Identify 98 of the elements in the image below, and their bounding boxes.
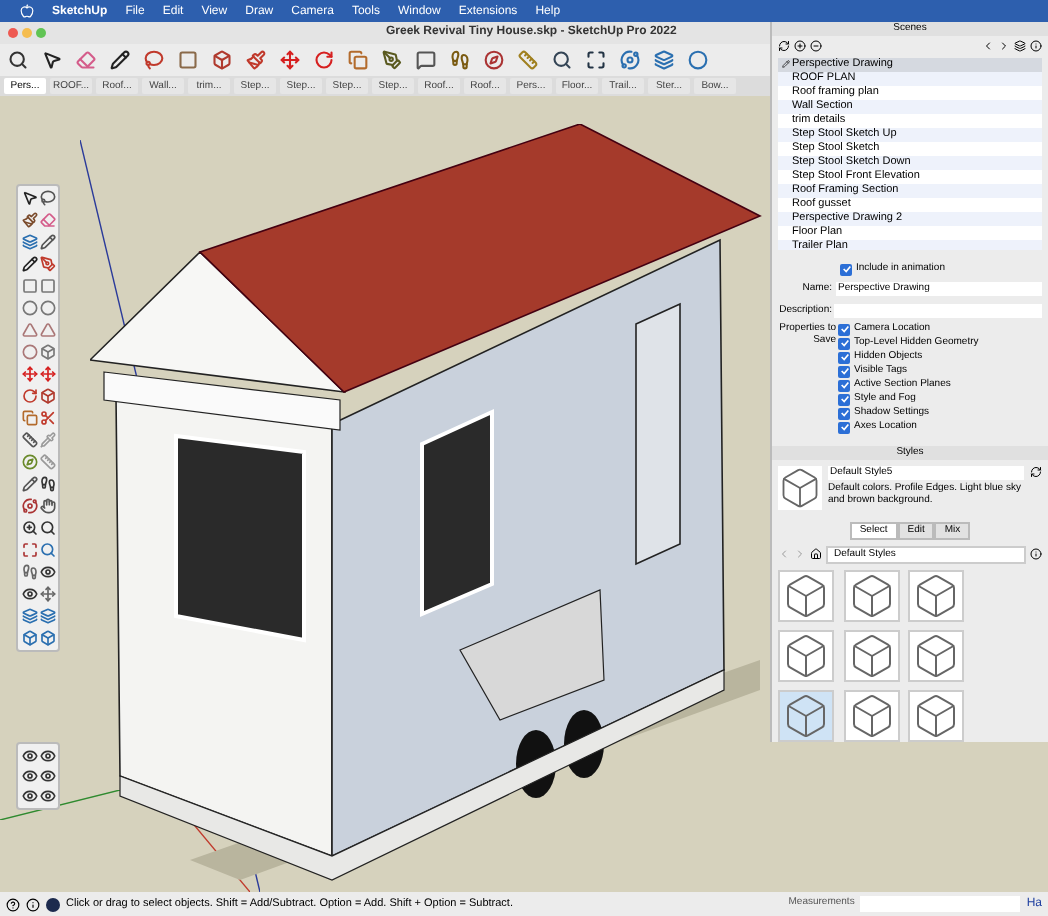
orbit-icon[interactable] xyxy=(620,50,640,70)
eye-icon[interactable] xyxy=(22,768,38,784)
user-avatar[interactable] xyxy=(46,897,60,911)
style-thumbnail xyxy=(778,465,822,510)
checkbox[interactable] xyxy=(838,421,850,434)
style-thumbnail[interactable] xyxy=(843,689,900,742)
eye-icon[interactable] xyxy=(22,586,38,602)
eye-icon[interactable] xyxy=(22,748,38,764)
style-thumbnail[interactable] xyxy=(908,629,965,682)
checkbox[interactable] xyxy=(838,379,850,392)
home-icon[interactable] xyxy=(810,548,822,561)
footprints-icon[interactable] xyxy=(40,476,56,492)
square-icon[interactable] xyxy=(40,278,56,294)
box-icon[interactable] xyxy=(40,344,56,360)
zoom-icon[interactable] xyxy=(22,520,38,536)
box-icon[interactable] xyxy=(212,50,232,70)
footprints-icon[interactable] xyxy=(450,50,470,70)
eye-icon[interactable] xyxy=(40,748,56,764)
circle-icon[interactable] xyxy=(22,344,38,360)
rotate-icon[interactable] xyxy=(22,388,38,404)
paintbrush-icon[interactable] xyxy=(22,212,38,228)
view-options-icon[interactable] xyxy=(1014,40,1026,53)
details-icon[interactable] xyxy=(1030,40,1042,53)
layers-icon[interactable] xyxy=(22,608,38,624)
refresh-icon[interactable] xyxy=(1030,465,1042,478)
style-thumbnail[interactable] xyxy=(908,689,965,742)
hand-icon[interactable] xyxy=(40,498,56,514)
circle-icon[interactable] xyxy=(40,300,56,316)
scissors-icon[interactable] xyxy=(40,410,56,426)
checkbox[interactable] xyxy=(840,263,852,276)
circle-icon[interactable] xyxy=(22,300,38,316)
footprints-icon[interactable] xyxy=(22,564,38,580)
up-icon[interactable] xyxy=(982,40,994,53)
move-icon[interactable] xyxy=(40,586,56,602)
style-thumbnail[interactable] xyxy=(778,689,834,742)
compass-icon[interactable] xyxy=(22,454,38,470)
pencil-icon[interactable] xyxy=(40,234,56,250)
remove-icon[interactable] xyxy=(810,40,822,53)
layers-icon[interactable] xyxy=(654,50,674,70)
pencil-icon[interactable] xyxy=(110,50,130,70)
style-thumbnail[interactable] xyxy=(778,629,834,682)
square-icon[interactable] xyxy=(22,278,38,294)
orbit-icon[interactable] xyxy=(22,498,38,514)
lasso-icon[interactable] xyxy=(144,50,164,70)
compass-icon[interactable] xyxy=(484,50,504,70)
down-icon[interactable] xyxy=(998,40,1010,53)
magnifier-icon[interactable] xyxy=(552,50,572,70)
pointer-icon[interactable] xyxy=(22,190,38,206)
checkbox[interactable] xyxy=(838,337,850,350)
help-icon[interactable] xyxy=(6,897,20,911)
pen-icon[interactable] xyxy=(382,50,402,70)
speech-bubble-icon[interactable] xyxy=(416,50,436,70)
ruler-icon[interactable] xyxy=(22,432,38,448)
eraser-icon[interactable] xyxy=(76,50,96,70)
box-icon[interactable] xyxy=(40,388,56,404)
checkbox[interactable] xyxy=(838,393,850,406)
eye-icon[interactable] xyxy=(40,768,56,784)
eye-icon[interactable] xyxy=(40,788,56,804)
eye-icon[interactable] xyxy=(40,564,56,580)
close-button[interactable] xyxy=(8,28,18,38)
info-icon[interactable] xyxy=(26,897,40,911)
move-icon[interactable] xyxy=(22,366,38,382)
eraser-icon[interactable] xyxy=(40,212,56,228)
details-icon[interactable] xyxy=(1030,548,1042,561)
refresh-icon[interactable] xyxy=(778,40,790,53)
checkbox[interactable] xyxy=(838,351,850,364)
search-icon[interactable] xyxy=(8,50,28,70)
checkbox[interactable] xyxy=(838,407,850,420)
circle-icon[interactable] xyxy=(688,50,708,70)
box-icon[interactable] xyxy=(40,630,56,646)
copy-icon[interactable] xyxy=(22,410,38,426)
style-thumbnail[interactable] xyxy=(908,569,965,622)
style-thumbnail[interactable] xyxy=(778,569,834,622)
pencil-icon xyxy=(782,60,790,69)
pencil-icon[interactable] xyxy=(22,476,38,492)
style-thumbnail[interactable] xyxy=(843,569,900,622)
layers-icon[interactable] xyxy=(22,234,38,250)
layers-icon[interactable] xyxy=(40,608,56,624)
style-thumbnail[interactable] xyxy=(843,629,900,682)
copy-icon[interactable] xyxy=(348,50,368,70)
checkbox[interactable] xyxy=(838,365,850,378)
move-icon[interactable] xyxy=(280,50,300,70)
pencil-icon[interactable] xyxy=(22,256,38,272)
move-icon[interactable] xyxy=(40,366,56,382)
square-icon[interactable] xyxy=(178,50,198,70)
ruler-icon[interactable] xyxy=(518,50,538,70)
paintbrush-icon[interactable] xyxy=(246,50,266,70)
lasso-icon[interactable] xyxy=(40,190,56,206)
apple-icon[interactable] xyxy=(20,4,34,18)
box-icon[interactable] xyxy=(22,630,38,646)
search-icon[interactable] xyxy=(40,520,56,536)
expand-icon[interactable] xyxy=(586,50,606,70)
pen-icon[interactable] xyxy=(40,256,56,272)
rotate-icon[interactable] xyxy=(314,50,334,70)
checkbox[interactable] xyxy=(838,323,850,336)
eye-icon[interactable] xyxy=(22,788,38,804)
pointer-icon[interactable] xyxy=(42,50,62,70)
add-icon[interactable] xyxy=(794,40,806,53)
